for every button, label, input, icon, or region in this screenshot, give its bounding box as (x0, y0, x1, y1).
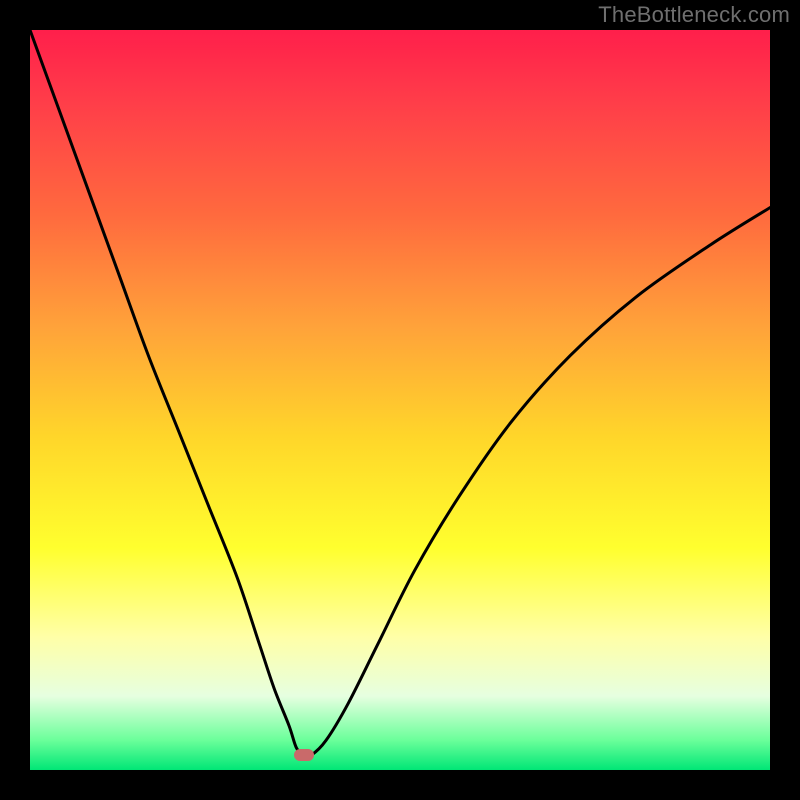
plot-area (30, 30, 770, 770)
minimum-marker (294, 749, 314, 761)
bottleneck-curve (30, 30, 770, 770)
watermark-text: TheBottleneck.com (598, 2, 790, 28)
chart-frame: TheBottleneck.com (0, 0, 800, 800)
